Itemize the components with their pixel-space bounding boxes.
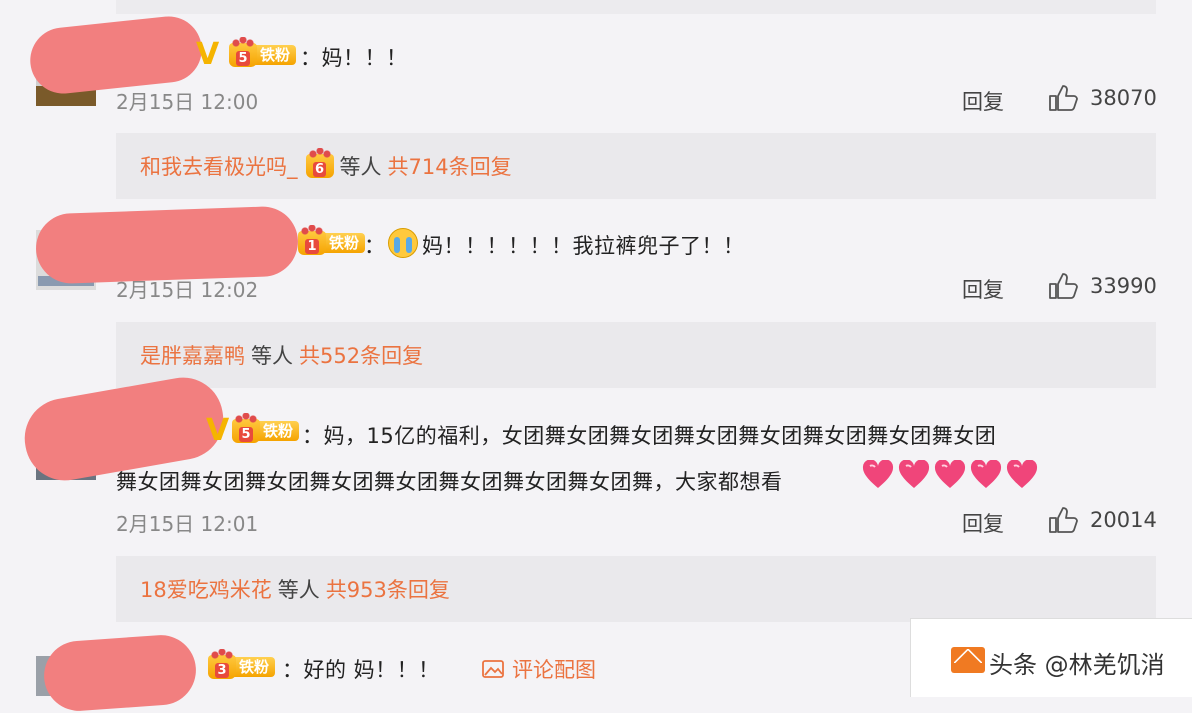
reply-user-link[interactable]: 18爱吃鸡米花 xyxy=(140,574,272,604)
reply-user-link[interactable]: 是胖嘉嘉鸭 xyxy=(140,340,245,370)
reply-user-link[interactable]: 和我去看极光吗_ xyxy=(140,151,298,181)
comment-time: 2月15日 12:00 xyxy=(116,90,259,114)
comment-time: 2月15日 12:01 xyxy=(116,512,259,536)
like-button[interactable]: 33990 xyxy=(1048,272,1157,300)
redacted-username xyxy=(34,205,300,285)
heart-emoji-icon xyxy=(934,459,966,490)
redacted-username xyxy=(27,13,205,97)
fan-badge-label: 铁粉 xyxy=(257,421,300,441)
comment-separator: ： xyxy=(364,234,386,258)
previous-section-edge xyxy=(116,0,1156,14)
reply-summary[interactable]: 是胖嘉嘉鸭 等人 共552条回复 xyxy=(116,322,1156,388)
comment-text: 妈！！！！！！我拉裤兜子了！！ xyxy=(422,234,745,258)
verified-v-icon: V xyxy=(206,413,230,448)
comment-text: ：好的 妈！！！ xyxy=(282,658,440,682)
thumbs-up-icon xyxy=(1049,507,1078,533)
reply-button[interactable]: 回复 xyxy=(962,86,1004,116)
verified-v-icon: V xyxy=(196,37,220,72)
crown-badge: 6 xyxy=(305,148,334,179)
like-button[interactable]: 20014 xyxy=(1048,506,1157,534)
reply-count-link[interactable]: 共714条回复 xyxy=(388,151,512,181)
like-count: 20014 xyxy=(1090,508,1157,532)
crown-icon: 6 xyxy=(305,148,334,178)
heart-emoji-icon xyxy=(970,459,1002,490)
fan-badge[interactable]: 3 铁粉 xyxy=(208,649,276,680)
reply-button[interactable]: 回复 xyxy=(962,274,1004,304)
heart-emoji-icon xyxy=(898,459,930,490)
reply-summary-mid: 等人 xyxy=(339,155,382,179)
crown-icon: 5 xyxy=(229,37,257,67)
fan-badge[interactable]: 1 铁粉 xyxy=(298,225,366,256)
comment-image-label: 评论配图 xyxy=(512,658,596,682)
fan-badge[interactable]: 5 铁粉 xyxy=(229,37,297,68)
crown-icon: 3 xyxy=(208,649,236,679)
thumbs-up-icon xyxy=(1049,85,1078,111)
thumbs-up-icon xyxy=(1049,273,1078,299)
like-button[interactable]: 38070 xyxy=(1048,84,1157,112)
reply-count-link[interactable]: 共552条回复 xyxy=(299,340,423,370)
like-count: 33990 xyxy=(1090,274,1157,298)
mail-icon xyxy=(951,647,985,673)
heart-emoji-icon xyxy=(862,459,894,490)
reply-button[interactable]: 回复 xyxy=(962,508,1004,538)
watermark-text: 头条 @林羌饥消 xyxy=(989,651,1165,679)
crown-icon: 5 xyxy=(232,413,260,443)
reply-summary[interactable]: 18爱吃鸡米花 等人 共953条回复 xyxy=(116,556,1156,622)
reply-count-link[interactable]: 共953条回复 xyxy=(326,574,450,604)
image-icon xyxy=(482,660,504,678)
fan-badge-label: 铁粉 xyxy=(254,45,297,65)
redacted-username xyxy=(41,632,199,713)
heart-emoji-icon xyxy=(1006,459,1038,490)
reply-summary[interactable]: 和我去看极光吗_ 6 等人 共714条回复 xyxy=(116,133,1156,199)
comment-time: 2月15日 12:02 xyxy=(116,278,259,302)
fan-badge-label: 铁粉 xyxy=(323,233,366,253)
fan-badge[interactable]: 5 铁粉 xyxy=(232,413,300,444)
like-count: 38070 xyxy=(1090,86,1157,110)
comment-text: ：妈，15亿的福利，女团舞女团舞女团舞女团舞女团舞女团舞女团舞女团 xyxy=(302,424,997,448)
comment-image-link[interactable]: 评论配图 xyxy=(482,654,596,684)
comment-text-line2: 舞女团舞女团舞女团舞女团舞女团舞女团舞女团舞女团舞，大家都想看 xyxy=(116,470,783,494)
crown-icon: 1 xyxy=(298,225,326,255)
toutiao-watermark: 头条 @林羌饥消 xyxy=(910,618,1192,697)
fan-badge-label: 铁粉 xyxy=(233,657,276,677)
reply-summary-mid: 等人 xyxy=(251,344,293,368)
crying-emoji-icon xyxy=(388,228,418,258)
reply-summary-mid: 等人 xyxy=(277,578,320,602)
comment-text: ：妈！！！ xyxy=(300,46,408,70)
